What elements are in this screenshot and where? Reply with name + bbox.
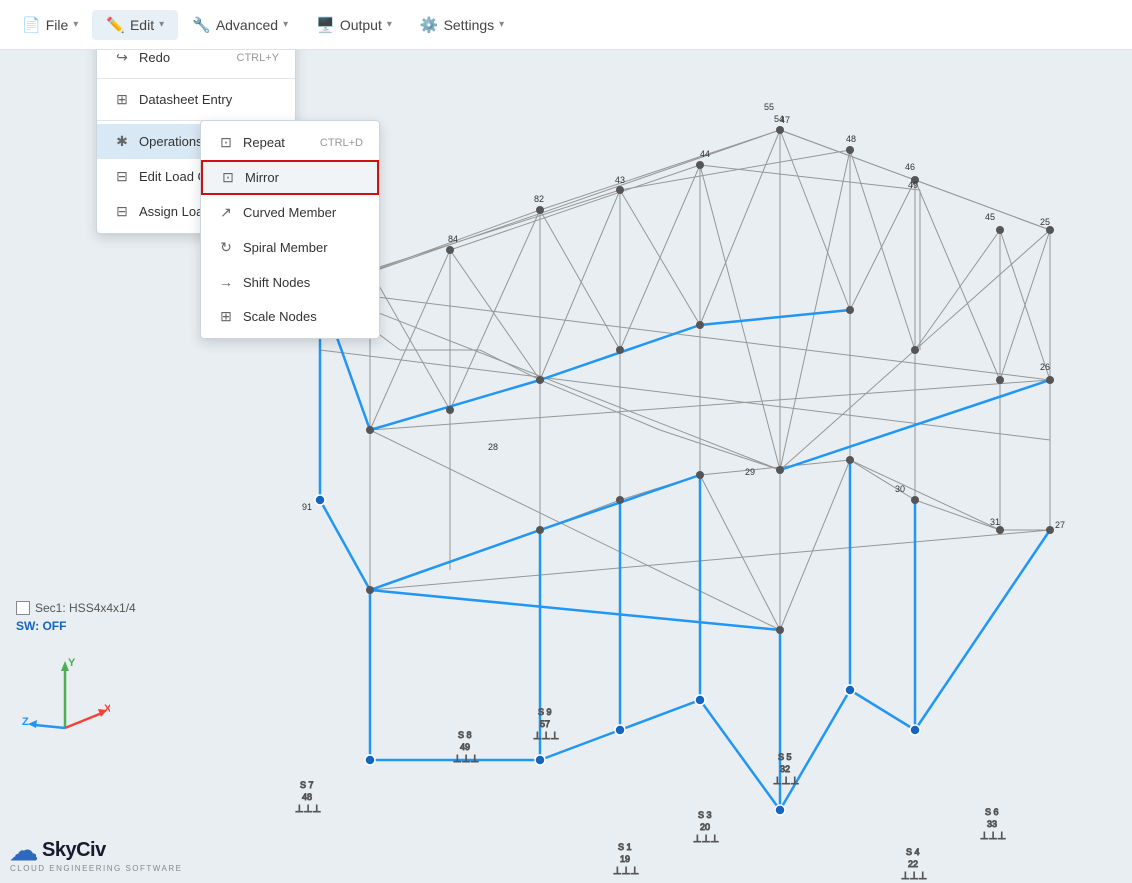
svg-text:33: 33 [987, 819, 997, 829]
redo-icon: ↪ [113, 49, 131, 66]
output-icon: 🖥️ [316, 16, 335, 34]
svg-text:S 5: S 5 [778, 752, 792, 762]
curved-member-icon: ↗ [217, 204, 235, 221]
svg-text:47: 47 [780, 115, 790, 125]
menu-settings[interactable]: ⚙️ Settings ▾ [406, 10, 518, 40]
svg-text:S 8: S 8 [458, 730, 472, 740]
shift-nodes-item[interactable]: → Shift Nodes [201, 265, 379, 299]
sw-status: SW: OFF [16, 619, 136, 633]
status-bar: Sec1: HSS4x4x1/4 SW: OFF [16, 601, 136, 633]
svg-text:91: 91 [302, 502, 312, 512]
scale-nodes-icon: ⊞ [217, 308, 235, 325]
spiral-member-item[interactable]: ↻ Spiral Member [201, 230, 379, 265]
menu-output[interactable]: 🖥️ Output ▾ [302, 10, 406, 40]
logo: ☁ SkyCiv CLOUD ENGINEERING SOFTWARE [10, 834, 183, 873]
svg-text:45: 45 [985, 212, 995, 222]
menu-file[interactable]: 📄 File ▾ [8, 10, 92, 40]
svg-text:S 7: S 7 [300, 780, 314, 790]
svg-text:49: 49 [908, 180, 918, 190]
edit-icon: ✏️ [106, 16, 125, 34]
svg-text:Y: Y [68, 657, 76, 669]
svg-text:48: 48 [302, 792, 312, 802]
svg-text:X: X [104, 703, 110, 715]
svg-text:49: 49 [460, 742, 470, 752]
svg-text:44: 44 [700, 149, 710, 159]
svg-text:84: 84 [448, 234, 458, 244]
svg-text:32: 32 [780, 764, 790, 774]
settings-icon: ⚙️ [420, 16, 439, 34]
svg-text:Z: Z [22, 716, 29, 728]
operations-submenu: ⊡ Repeat CTRL+D ⊡ Mirror ↗ Curved Member… [200, 120, 380, 339]
svg-text:⊥⊥⊥: ⊥⊥⊥ [533, 731, 559, 742]
svg-text:S 3: S 3 [698, 810, 712, 820]
svg-text:22: 22 [908, 859, 918, 869]
section-label: Sec1: HSS4x4x1/4 [16, 601, 136, 615]
svg-text:29: 29 [745, 467, 755, 477]
svg-text:⊥⊥⊥: ⊥⊥⊥ [295, 804, 321, 815]
axis-indicator: Y X Z [20, 653, 110, 743]
shift-nodes-icon: → [217, 274, 235, 290]
svg-text:S 4: S 4 [906, 847, 920, 857]
repeat-item[interactable]: ⊡ Repeat CTRL+D [201, 125, 379, 160]
svg-text:30: 30 [895, 484, 905, 494]
menubar: 📄 File ▾ ✏️ Edit ▾ 🔧 Advanced ▾ 🖥️ Outpu… [0, 0, 1132, 50]
logo-cloud-icon: ☁ [10, 834, 38, 867]
svg-text:S 6: S 6 [985, 807, 999, 817]
file-icon: 📄 [22, 16, 41, 34]
svg-text:25: 25 [1040, 217, 1050, 227]
datasheet-icon: ⊞ [113, 91, 131, 108]
section-text: Sec1: HSS4x4x1/4 [35, 601, 136, 615]
scale-nodes-item[interactable]: ⊞ Scale Nodes [201, 299, 379, 334]
svg-text:27: 27 [1055, 520, 1065, 530]
svg-text:55: 55 [764, 102, 774, 112]
svg-text:20: 20 [700, 822, 710, 832]
datasheet-item[interactable]: ⊞ Datasheet Entry [97, 82, 295, 117]
svg-text:⊥⊥⊥: ⊥⊥⊥ [613, 866, 639, 877]
assign-load-cases-icon: ⊟ [113, 203, 131, 220]
svg-text:⊥⊥⊥: ⊥⊥⊥ [773, 776, 799, 787]
svg-text:31: 31 [990, 517, 1000, 527]
edit-load-groups-icon: ⊟ [113, 168, 131, 185]
svg-text:43: 43 [615, 175, 625, 185]
mirror-item[interactable]: ⊡ Mirror [201, 160, 379, 195]
svg-text:S 9: S 9 [538, 707, 552, 717]
spiral-member-icon: ↻ [217, 239, 235, 256]
svg-text:82: 82 [534, 194, 544, 204]
mirror-icon: ⊡ [219, 169, 237, 186]
svg-text:⊥⊥⊥: ⊥⊥⊥ [901, 871, 927, 882]
svg-text:48: 48 [846, 134, 856, 144]
svg-text:57: 57 [540, 719, 550, 729]
svg-text:⊥⊥⊥: ⊥⊥⊥ [453, 754, 479, 765]
logo-name: SkyCiv [42, 839, 106, 862]
repeat-icon: ⊡ [217, 134, 235, 151]
divider-1 [97, 78, 295, 79]
logo-sub: CLOUD ENGINEERING SOFTWARE [10, 864, 183, 873]
svg-text:28: 28 [488, 442, 498, 452]
svg-text:⊥⊥⊥: ⊥⊥⊥ [693, 834, 719, 845]
operations-icon: ✱ [113, 133, 131, 150]
menu-advanced[interactable]: 🔧 Advanced ▾ [178, 10, 302, 40]
svg-text:19: 19 [620, 854, 630, 864]
menu-edit[interactable]: ✏️ Edit ▾ [92, 10, 178, 40]
svg-text:46: 46 [905, 162, 915, 172]
advanced-icon: 🔧 [192, 16, 211, 34]
curved-member-item[interactable]: ↗ Curved Member [201, 195, 379, 230]
svg-text:S 1: S 1 [618, 842, 632, 852]
svg-text:26: 26 [1040, 362, 1050, 372]
section-checkbox[interactable] [16, 601, 30, 615]
svg-text:⊥⊥⊥: ⊥⊥⊥ [980, 831, 1006, 842]
